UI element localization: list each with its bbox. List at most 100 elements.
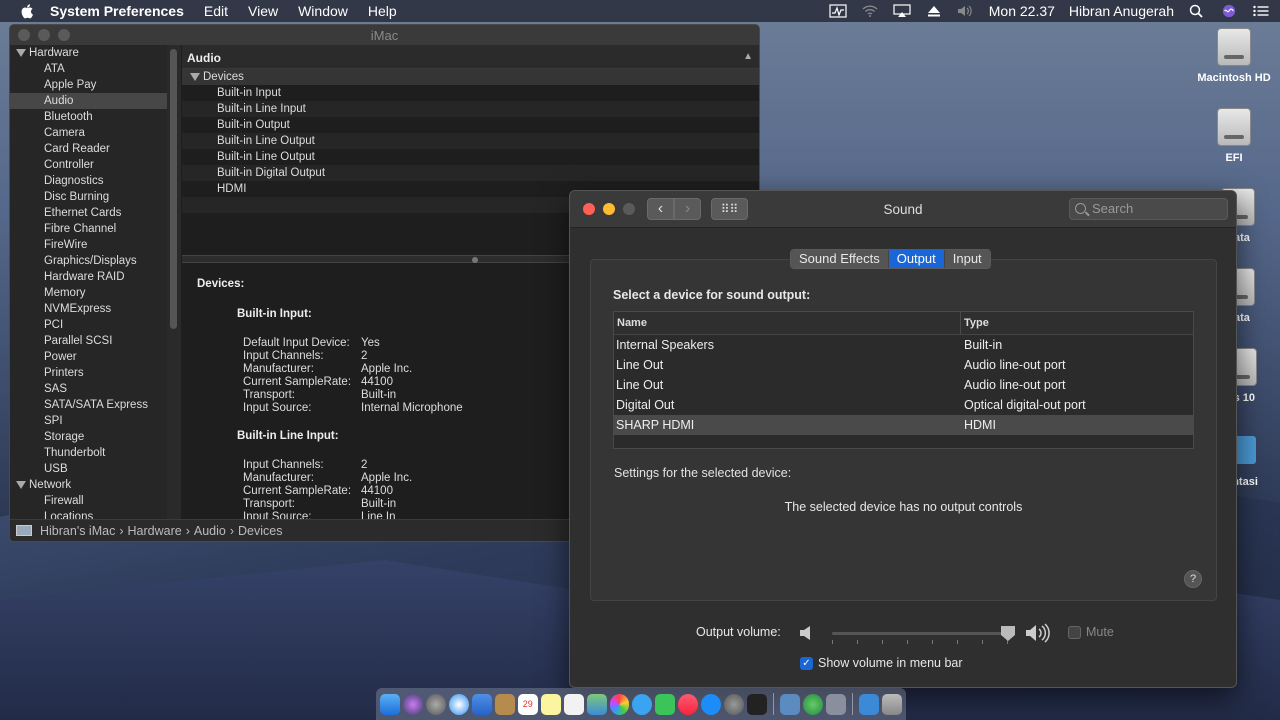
activity-monitor-icon[interactable] — [829, 4, 847, 18]
menu-clock[interactable]: Mon 22.37 — [989, 3, 1055, 19]
desktop-drive-efi[interactable]: EFI — [1194, 108, 1274, 164]
device-row[interactable]: Built-in Line Input — [182, 101, 759, 117]
sidebar-item-disc-burning[interactable]: Disc Burning — [10, 189, 167, 205]
sidebar-item-camera[interactable]: Camera — [10, 125, 167, 141]
airplay-icon[interactable] — [893, 4, 911, 18]
search-input[interactable]: Search — [1069, 198, 1228, 220]
devices-group-row[interactable]: Devices — [182, 69, 759, 85]
sidebar-item-usb[interactable]: USB — [10, 461, 167, 477]
trash-icon[interactable] — [881, 693, 902, 715]
menu-app-name[interactable]: System Preferences — [50, 3, 184, 19]
notification-center-icon[interactable] — [1252, 4, 1270, 18]
breadcrumb-item[interactable]: Hardware — [128, 524, 182, 538]
downloads-folder-icon[interactable] — [858, 693, 879, 715]
sidebar-item-storage[interactable]: Storage — [10, 429, 167, 445]
table-row[interactable]: SHARP HDMI HDMI — [614, 415, 1193, 435]
siri-icon[interactable] — [1220, 4, 1238, 18]
help-button[interactable]: ? — [1184, 570, 1202, 588]
sidebar-item-bluetooth[interactable]: Bluetooth — [10, 109, 167, 125]
sidebar-item-hardware-raid[interactable]: Hardware RAID — [10, 269, 167, 285]
notes-icon[interactable] — [540, 693, 561, 715]
disclosure-triangle-icon[interactable] — [16, 48, 26, 57]
menu-edit[interactable]: Edit — [204, 3, 228, 19]
safari-icon[interactable] — [448, 693, 469, 715]
maps-icon[interactable] — [586, 693, 607, 715]
sidebar-item-ata[interactable]: ATA — [10, 61, 167, 77]
messages-icon[interactable] — [632, 693, 653, 715]
table-row[interactable]: Line Out Audio line-out port — [614, 355, 1193, 375]
sidebar-item-power[interactable]: Power — [10, 349, 167, 365]
facetime-icon[interactable] — [655, 693, 676, 715]
breadcrumb-item[interactable]: Devices — [238, 524, 282, 538]
mute-checkbox[interactable] — [1068, 626, 1081, 639]
breadcrumb-item[interactable]: Audio — [194, 524, 226, 538]
mail-icon[interactable] — [471, 693, 492, 715]
sidebar-item-nvmexpress[interactable]: NVMExpress — [10, 301, 167, 317]
sidebar-item-fibre-channel[interactable]: Fibre Channel — [10, 221, 167, 237]
volume-slider-track[interactable] — [832, 632, 1008, 635]
sidebar-item-firewall[interactable]: Firewall — [10, 493, 167, 509]
device-row[interactable]: Built-in Line Output — [182, 133, 759, 149]
sidebar-item-firewire[interactable]: FireWire — [10, 237, 167, 253]
globe-icon[interactable] — [803, 693, 824, 715]
desktop-drive-macintosh-hd[interactable]: Macintosh HD — [1194, 28, 1274, 84]
finder-icon[interactable] — [380, 693, 400, 715]
disclosure-triangle-icon[interactable] — [190, 72, 200, 81]
chevron-up-icon[interactable]: ▲ — [743, 51, 753, 62]
wifi-icon[interactable] — [861, 4, 879, 18]
sidebar-item-sata-sata-express[interactable]: SATA/SATA Express — [10, 397, 167, 413]
tab-output[interactable]: Output — [888, 250, 945, 268]
sidebar-item-graphics-displays[interactable]: Graphics/Displays — [10, 253, 167, 269]
contacts-icon[interactable] — [494, 693, 515, 715]
menu-help[interactable]: Help — [368, 3, 397, 19]
section-header[interactable]: Audio ▲ — [182, 45, 759, 69]
network-utility-icon[interactable] — [780, 693, 801, 715]
table-row[interactable]: Digital Out Optical digital-out port — [614, 395, 1193, 415]
menu-view[interactable]: View — [248, 3, 278, 19]
scrollbar-thumb[interactable] — [170, 49, 177, 329]
sidebar-item-apple-pay[interactable]: Apple Pay — [10, 77, 167, 93]
show-volume-checkbox[interactable]: ✓ — [800, 656, 813, 670]
sidebar-group-network[interactable]: Network — [10, 477, 167, 493]
breadcrumb-item[interactable]: Hibran's iMac — [40, 524, 115, 538]
table-row[interactable]: Line Out Audio line-out port — [614, 375, 1193, 395]
column-header-type[interactable]: Type — [961, 312, 1193, 334]
launchpad-icon[interactable] — [425, 693, 446, 715]
tab-sound-effects[interactable]: Sound Effects — [791, 250, 889, 268]
sidebar-item-parallel-scsi[interactable]: Parallel SCSI — [10, 333, 167, 349]
device-row[interactable]: Built-in Input — [182, 85, 759, 101]
device-row[interactable]: Built-in Line Output — [182, 149, 759, 165]
calendar-icon[interactable]: 29 — [517, 693, 538, 715]
sidebar-item-sas[interactable]: SAS — [10, 381, 167, 397]
menu-user[interactable]: Hibran Anugerah — [1069, 3, 1174, 19]
spotlight-icon[interactable] — [1188, 4, 1206, 18]
sidebar-item-card-reader[interactable]: Card Reader — [10, 141, 167, 157]
device-row[interactable]: Built-in Output — [182, 117, 759, 133]
sidebar-item-pci[interactable]: PCI — [10, 317, 167, 333]
apple-menu-icon[interactable] — [20, 3, 36, 19]
sidebar-item-controller[interactable]: Controller — [10, 157, 167, 173]
sidebar-item-spi[interactable]: SPI — [10, 413, 167, 429]
divider-handle[interactable] — [472, 257, 478, 263]
device-row[interactable]: Built-in Digital Output — [182, 165, 759, 181]
menu-window[interactable]: Window — [298, 3, 348, 19]
sidebar-group-hardware[interactable]: Hardware — [10, 45, 167, 61]
sidebar-item-audio[interactable]: Audio — [10, 93, 167, 109]
photos-icon[interactable] — [609, 693, 630, 715]
column-header-name[interactable]: Name — [614, 312, 961, 334]
disclosure-triangle-icon[interactable] — [16, 480, 26, 489]
sidebar-item-memory[interactable]: Memory — [10, 285, 167, 301]
eject-icon[interactable] — [925, 4, 943, 18]
sidebar-scrollbar[interactable] — [167, 45, 181, 521]
tab-input[interactable]: Input — [944, 250, 990, 268]
volume-icon[interactable] — [957, 4, 975, 18]
siri-icon[interactable] — [402, 693, 423, 715]
reminders-icon[interactable] — [563, 693, 584, 715]
table-row[interactable]: Internal Speakers Built-in — [614, 335, 1193, 355]
sidebar-item-diagnostics[interactable]: Diagnostics — [10, 173, 167, 189]
volume-slider-knob[interactable] — [1001, 626, 1015, 641]
app-store-icon[interactable] — [701, 693, 722, 715]
sidebar-item-printers[interactable]: Printers — [10, 365, 167, 381]
sidebar-item-thunderbolt[interactable]: Thunderbolt — [10, 445, 167, 461]
terminal-icon[interactable] — [747, 693, 768, 715]
